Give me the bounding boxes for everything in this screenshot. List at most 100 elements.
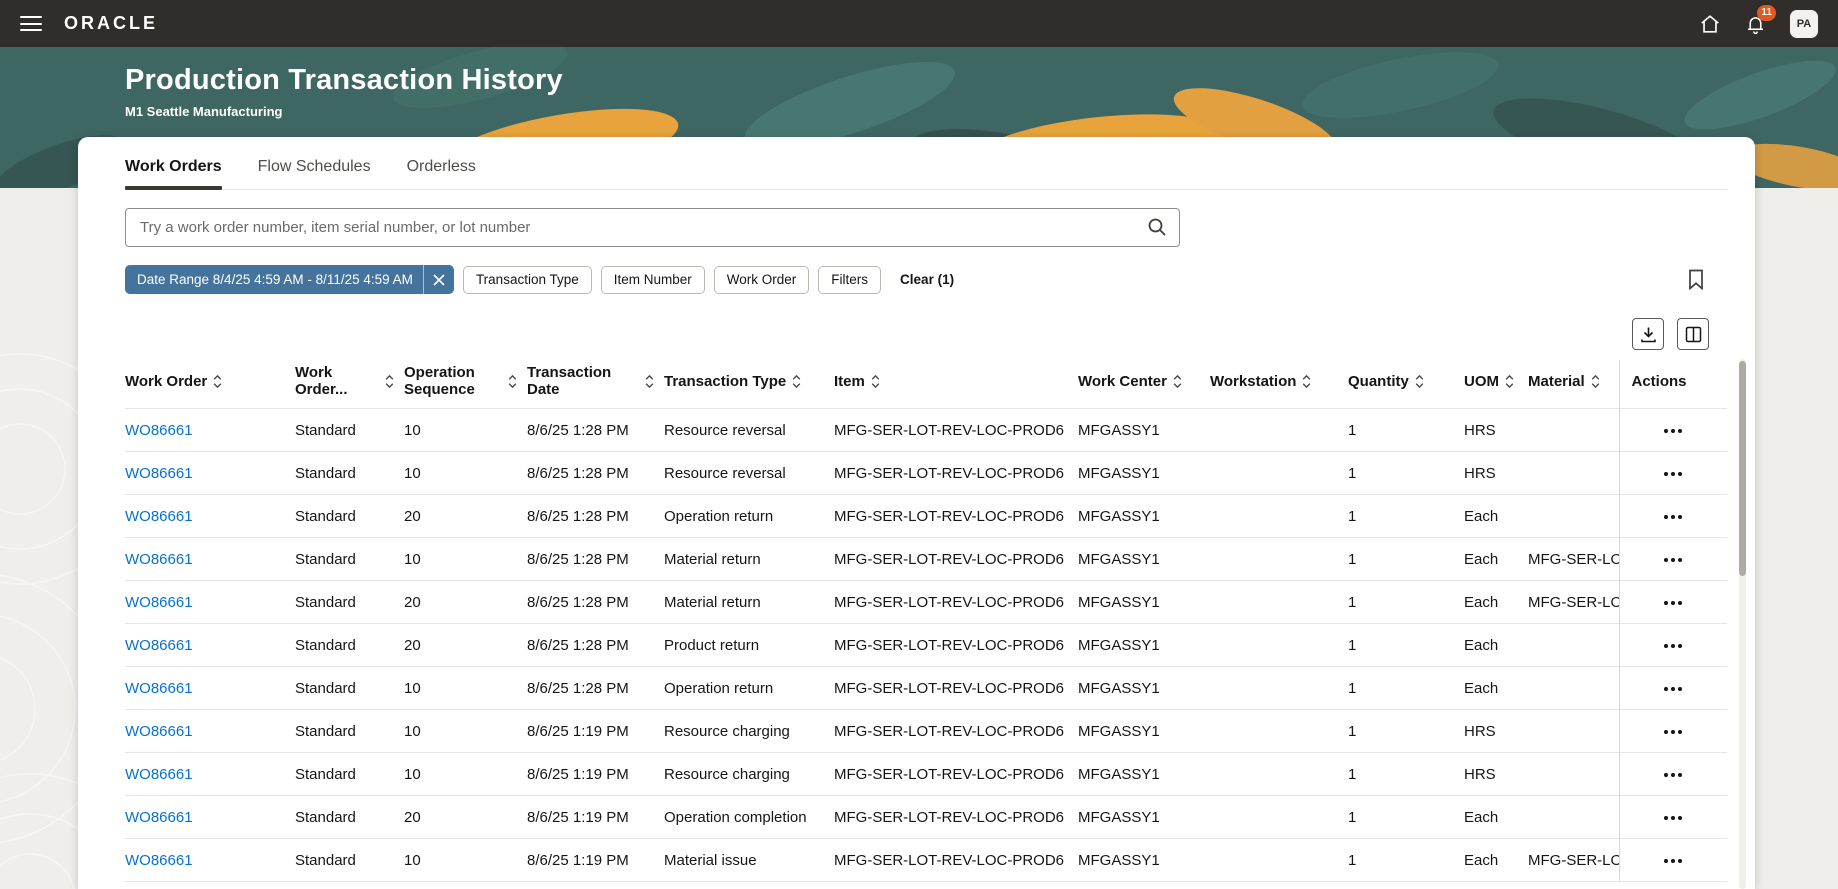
search-input[interactable] (125, 208, 1180, 247)
cell-op_seq: 20 (404, 580, 527, 624)
cell-txn_type: Material issue (664, 838, 834, 882)
cell-qty: 1 (1348, 709, 1464, 753)
table-row: WO86661 Standard 20 8/6/25 1:28 PM Product r… (125, 623, 1727, 667)
column-header-item[interactable]: Item (834, 360, 1078, 409)
work-order-link[interactable]: WO86661 (125, 809, 193, 826)
bookmark-icon[interactable] (1687, 269, 1705, 290)
cell-work_center: MFGASSY1 (1078, 795, 1210, 839)
cell-item: MFG-SER-LOT-REV-LOC-PROD6 (834, 494, 1078, 538)
cell-qty: 1 (1348, 580, 1464, 624)
column-header-transaction-date[interactable]: Transaction Date (527, 360, 664, 409)
cell-type: Standard (295, 623, 404, 667)
column-header-work-center[interactable]: Work Center (1078, 360, 1210, 409)
cell-date: 8/6/25 1:28 PM (527, 451, 664, 495)
home-icon[interactable] (1699, 13, 1721, 35)
row-actions-button[interactable] (1656, 550, 1690, 570)
tab-bar: Work Orders Flow Schedules Orderless (125, 137, 1727, 190)
column-header-quantity[interactable]: Quantity (1348, 360, 1464, 409)
transactions-table: Work Order Work Order... Operation Sequenc… (125, 360, 1727, 882)
sort-icon (508, 374, 517, 389)
work-order-link[interactable]: WO86661 (125, 852, 193, 869)
row-actions-button[interactable] (1656, 765, 1690, 785)
search-icon[interactable] (1147, 217, 1167, 242)
cell-workstation (1210, 623, 1348, 667)
hamburger-menu-icon[interactable] (20, 16, 42, 31)
user-avatar[interactable]: PA (1790, 9, 1818, 38)
row-actions-button[interactable] (1656, 636, 1690, 656)
cell-workstation (1210, 408, 1348, 452)
cell-item: MFG-SER-LOT-REV-LOC-PROD6 (834, 709, 1078, 753)
row-actions-button[interactable] (1656, 679, 1690, 699)
row-actions-button[interactable] (1656, 421, 1690, 441)
cell-type: Standard (295, 494, 404, 538)
work-order-link[interactable]: WO86661 (125, 680, 193, 697)
cell-type: Standard (295, 752, 404, 796)
date-range-filter-chip[interactable]: Date Range 8/4/25 4:59 AM - 8/11/25 4:59… (125, 265, 454, 294)
cell-material (1528, 408, 1619, 452)
cell-material (1528, 666, 1619, 710)
row-actions-button[interactable] (1656, 593, 1690, 613)
work-order-link[interactable]: WO86661 (125, 551, 193, 568)
date-range-chip-label: Date Range 8/4/25 4:59 AM - 8/11/25 4:59… (137, 272, 413, 287)
cell-work_order: WO86661 (125, 408, 295, 452)
manage-columns-button[interactable] (1677, 318, 1709, 350)
filters-chip[interactable]: Filters (818, 265, 882, 294)
remove-filter-icon[interactable] (422, 265, 454, 294)
vertical-scrollbar-thumb[interactable] (1739, 361, 1746, 576)
notifications-bell-icon[interactable]: 11 (1745, 4, 1776, 35)
tab-work-orders[interactable]: Work Orders (125, 158, 222, 190)
cell-item: MFG-SER-LOT-REV-LOC-PROD6 (834, 580, 1078, 624)
transaction-type-filter-chip[interactable]: Transaction Type (462, 265, 592, 294)
cell-workstation (1210, 752, 1348, 796)
cell-op_seq: 10 (404, 838, 527, 882)
cell-type: Standard (295, 666, 404, 710)
cell-material (1528, 494, 1619, 538)
work-order-link[interactable]: WO86661 (125, 508, 193, 525)
sort-icon (1415, 374, 1424, 389)
cell-work_order: WO86661 (125, 537, 295, 581)
download-button[interactable] (1632, 318, 1664, 350)
cell-work_center: MFGASSY1 (1078, 709, 1210, 753)
work-order-link[interactable]: WO86661 (125, 465, 193, 482)
cell-material (1528, 709, 1619, 753)
cell-material: MFG-SER-LOT (1528, 580, 1619, 624)
clear-filters-link[interactable]: Clear (1) (900, 272, 954, 287)
column-header-operation-sequence[interactable]: Operation Sequence (404, 360, 527, 409)
row-actions-button[interactable] (1656, 464, 1690, 484)
work-order-link[interactable]: WO86661 (125, 422, 193, 439)
cell-qty: 1 (1348, 795, 1464, 839)
work-order-link[interactable]: WO86661 (125, 637, 193, 654)
search-bar (125, 208, 1180, 247)
work-order-filter-chip[interactable]: Work Order (713, 265, 810, 294)
cell-type: Standard (295, 795, 404, 839)
sort-icon (1173, 374, 1182, 389)
work-order-link[interactable]: WO86661 (125, 594, 193, 611)
work-order-link[interactable]: WO86661 (125, 723, 193, 740)
cell-uom: HRS (1464, 709, 1528, 753)
sort-icon (1505, 374, 1514, 389)
column-header-transaction-type[interactable]: Transaction Type (664, 360, 834, 409)
tab-flow-schedules[interactable]: Flow Schedules (258, 158, 371, 189)
row-actions-button[interactable] (1656, 851, 1690, 871)
table-body: WO86661 Standard 10 8/6/25 1:28 PM Resource … (125, 408, 1727, 882)
cell-txn_type: Resource reversal (664, 451, 834, 495)
column-header-workstation[interactable]: Workstation (1210, 360, 1348, 409)
cell-txn_type: Operation return (664, 666, 834, 710)
item-number-filter-chip[interactable]: Item Number (600, 265, 705, 294)
vertical-scrollbar-track[interactable] (1739, 359, 1746, 889)
row-actions-button[interactable] (1656, 808, 1690, 828)
column-header-work-order[interactable]: Work Order... (295, 360, 404, 409)
cell-date: 8/6/25 1:28 PM (527, 494, 664, 538)
column-header-material[interactable]: Material (1528, 360, 1619, 409)
row-actions-button[interactable] (1656, 722, 1690, 742)
cell-workstation (1210, 580, 1348, 624)
work-order-link[interactable]: WO86661 (125, 766, 193, 783)
row-actions-button[interactable] (1656, 507, 1690, 527)
column-header-uom[interactable]: UOM (1464, 360, 1528, 409)
column-header-label: Transaction Type (664, 372, 787, 390)
cell-workstation (1210, 838, 1348, 882)
column-header-work-order[interactable]: Work Order (125, 360, 295, 409)
cell-work_order: WO86661 (125, 838, 295, 882)
tab-orderless[interactable]: Orderless (407, 158, 476, 189)
cell-work_center: MFGASSY1 (1078, 494, 1210, 538)
